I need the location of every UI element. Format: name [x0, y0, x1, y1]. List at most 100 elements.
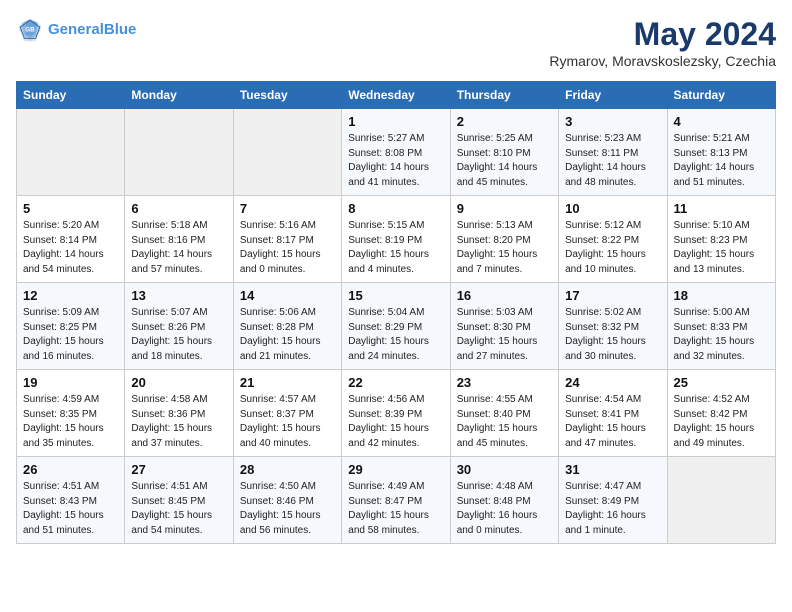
day-info: Sunrise: 5:21 AMSunset: 8:13 PMDaylight:…	[674, 132, 769, 190]
calendar-cell	[233, 109, 341, 196]
calendar-cell: 29Sunrise: 4:49 AMSunset: 8:47 PMDayligh…	[342, 457, 450, 544]
day-number: 24	[565, 375, 660, 390]
day-number: 25	[674, 375, 769, 390]
week-row-5: 26 Sunrise: 4:51 AMSunset: 8:43 PMDayligh…	[17, 457, 776, 544]
week-row-4: 19 Sunrise: 4:59 AMSunset: 8:35 PMDayligh…	[17, 370, 776, 457]
calendar-cell: 12 Sunrise: 5:09 AMSunset: 8:25 PMDayligh…	[17, 283, 125, 370]
day-number: 4	[674, 114, 769, 129]
calendar-table: SundayMondayTuesdayWednesdayThursdayFrid…	[16, 81, 776, 544]
day-info: Sunrise: 5:16 AMSunset: 8:17 PMDaylight:…	[240, 219, 335, 277]
calendar-cell: 24 Sunrise: 4:54 AMSunset: 8:41 PMDayligh…	[559, 370, 667, 457]
week-row-1: 1 Sunrise: 5:27 AMSunset: 8:08 PMDaylight…	[17, 109, 776, 196]
day-number: 12	[23, 288, 118, 303]
calendar-cell: 22 Sunrise: 4:56 AMSunset: 8:39 PMDayligh…	[342, 370, 450, 457]
day-info: Sunrise: 5:23 AMSunset: 8:11 PMDaylight:…	[565, 132, 660, 190]
calendar-cell: 15Sunrise: 5:04 AMSunset: 8:29 PMDayligh…	[342, 283, 450, 370]
day-info: Sunrise: 5:06 AMSunset: 8:28 PMDaylight:…	[240, 306, 335, 364]
weekday-header-tuesday: Tuesday	[233, 82, 341, 109]
day-info: Sunrise: 4:51 AMSunset: 8:43 PMDaylight:…	[23, 480, 118, 538]
calendar-cell: 2 Sunrise: 5:25 AMSunset: 8:10 PMDaylight…	[450, 109, 558, 196]
calendar-cell: 11Sunrise: 5:10 AMSunset: 8:23 PMDayligh…	[667, 196, 775, 283]
calendar-cell: 26 Sunrise: 4:51 AMSunset: 8:43 PMDayligh…	[17, 457, 125, 544]
day-info: Sunrise: 5:13 AMSunset: 8:20 PMDaylight:…	[457, 219, 552, 277]
day-info: Sunrise: 5:09 AMSunset: 8:25 PMDaylight:…	[23, 306, 118, 364]
calendar-cell: 20 Sunrise: 4:58 AMSunset: 8:36 PMDayligh…	[125, 370, 233, 457]
day-number: 8	[348, 201, 443, 216]
logo-icon: GB	[16, 16, 44, 44]
day-number: 29	[348, 462, 443, 477]
day-info: Sunrise: 5:07 AMSunset: 8:26 PMDaylight:…	[131, 306, 226, 364]
calendar-cell: 28Sunrise: 4:50 AMSunset: 8:46 PMDayligh…	[233, 457, 341, 544]
day-info: Sunrise: 4:55 AMSunset: 8:40 PMDaylight:…	[457, 393, 552, 451]
calendar-cell: 13 Sunrise: 5:07 AMSunset: 8:26 PMDayligh…	[125, 283, 233, 370]
logo-text: GeneralBlue	[48, 21, 136, 39]
calendar-cell: 10Sunrise: 5:12 AMSunset: 8:22 PMDayligh…	[559, 196, 667, 283]
calendar-cell: 5Sunrise: 5:20 AMSunset: 8:14 PMDaylight…	[17, 196, 125, 283]
weekday-header-monday: Monday	[125, 82, 233, 109]
calendar-cell: 18 Sunrise: 5:00 AMSunset: 8:33 PMDayligh…	[667, 283, 775, 370]
day-number: 21	[240, 375, 335, 390]
calendar-cell: 3 Sunrise: 5:23 AMSunset: 8:11 PMDaylight…	[559, 109, 667, 196]
day-info: Sunrise: 5:03 AMSunset: 8:30 PMDaylight:…	[457, 306, 552, 364]
calendar-cell: 9 Sunrise: 5:13 AMSunset: 8:20 PMDaylight…	[450, 196, 558, 283]
title-block: May 2024 Rymarov, Moravskoslezsky, Czech…	[549, 16, 776, 69]
day-info: Sunrise: 4:56 AMSunset: 8:39 PMDaylight:…	[348, 393, 443, 451]
day-info: Sunrise: 5:25 AMSunset: 8:10 PMDaylight:…	[457, 132, 552, 190]
day-number: 22	[348, 375, 443, 390]
calendar-cell: 31Sunrise: 4:47 AMSunset: 8:49 PMDayligh…	[559, 457, 667, 544]
day-number: 2	[457, 114, 552, 129]
calendar-cell: 16 Sunrise: 5:03 AMSunset: 8:30 PMDayligh…	[450, 283, 558, 370]
day-number: 1	[348, 114, 443, 129]
calendar-cell: 8 Sunrise: 5:15 AMSunset: 8:19 PMDaylight…	[342, 196, 450, 283]
calendar-cell: 27Sunrise: 4:51 AMSunset: 8:45 PMDayligh…	[125, 457, 233, 544]
calendar-cell: 1 Sunrise: 5:27 AMSunset: 8:08 PMDaylight…	[342, 109, 450, 196]
weekday-header-saturday: Saturday	[667, 82, 775, 109]
calendar-cell: 19 Sunrise: 4:59 AMSunset: 8:35 PMDayligh…	[17, 370, 125, 457]
calendar-cell: 21 Sunrise: 4:57 AMSunset: 8:37 PMDayligh…	[233, 370, 341, 457]
day-info: Sunrise: 5:18 AMSunset: 8:16 PMDaylight:…	[131, 219, 226, 277]
logo-general: General	[48, 21, 104, 38]
day-number: 17	[565, 288, 660, 303]
weekday-header-wednesday: Wednesday	[342, 82, 450, 109]
month-title: May 2024	[549, 16, 776, 53]
day-info: Sunrise: 5:12 AMSunset: 8:22 PMDaylight:…	[565, 219, 660, 277]
page-header: GB GeneralBlue May 2024 Rymarov, Moravsk…	[16, 16, 776, 69]
day-info: Sunrise: 5:15 AMSunset: 8:19 PMDaylight:…	[348, 219, 443, 277]
calendar-cell: 25Sunrise: 4:52 AMSunset: 8:42 PMDayligh…	[667, 370, 775, 457]
day-info: Sunrise: 4:57 AMSunset: 8:37 PMDaylight:…	[240, 393, 335, 451]
day-info: Sunrise: 4:59 AMSunset: 8:35 PMDaylight:…	[23, 393, 118, 451]
day-info: Sunrise: 5:00 AMSunset: 8:33 PMDaylight:…	[674, 306, 769, 364]
day-number: 9	[457, 201, 552, 216]
day-number: 20	[131, 375, 226, 390]
day-number: 23	[457, 375, 552, 390]
day-number: 5	[23, 201, 118, 216]
day-info: Sunrise: 4:51 AMSunset: 8:45 PMDaylight:…	[131, 480, 226, 538]
day-number: 16	[457, 288, 552, 303]
calendar-cell: 4 Sunrise: 5:21 AMSunset: 8:13 PMDaylight…	[667, 109, 775, 196]
logo: GB GeneralBlue	[16, 16, 136, 44]
day-number: 28	[240, 462, 335, 477]
week-row-2: 5Sunrise: 5:20 AMSunset: 8:14 PMDaylight…	[17, 196, 776, 283]
day-info: Sunrise: 5:10 AMSunset: 8:23 PMDaylight:…	[674, 219, 769, 277]
day-number: 18	[674, 288, 769, 303]
weekday-header-thursday: Thursday	[450, 82, 558, 109]
day-info: Sunrise: 4:54 AMSunset: 8:41 PMDaylight:…	[565, 393, 660, 451]
calendar-cell: 17Sunrise: 5:02 AMSunset: 8:32 PMDayligh…	[559, 283, 667, 370]
calendar-cell	[125, 109, 233, 196]
day-info: Sunrise: 4:48 AMSunset: 8:48 PMDaylight:…	[457, 480, 552, 538]
day-number: 3	[565, 114, 660, 129]
svg-text:GB: GB	[25, 26, 35, 33]
week-row-3: 12 Sunrise: 5:09 AMSunset: 8:25 PMDayligh…	[17, 283, 776, 370]
day-info: Sunrise: 4:58 AMSunset: 8:36 PMDaylight:…	[131, 393, 226, 451]
day-number: 26	[23, 462, 118, 477]
calendar-cell	[667, 457, 775, 544]
calendar-cell	[17, 109, 125, 196]
day-number: 30	[457, 462, 552, 477]
calendar-cell: 30 Sunrise: 4:48 AMSunset: 8:48 PMDayligh…	[450, 457, 558, 544]
location: Rymarov, Moravskoslezsky, Czechia	[549, 53, 776, 69]
calendar-cell: 23 Sunrise: 4:55 AMSunset: 8:40 PMDayligh…	[450, 370, 558, 457]
day-number: 19	[23, 375, 118, 390]
day-number: 6	[131, 201, 226, 216]
day-info: Sunrise: 5:27 AMSunset: 8:08 PMDaylight:…	[348, 132, 443, 190]
day-number: 13	[131, 288, 226, 303]
